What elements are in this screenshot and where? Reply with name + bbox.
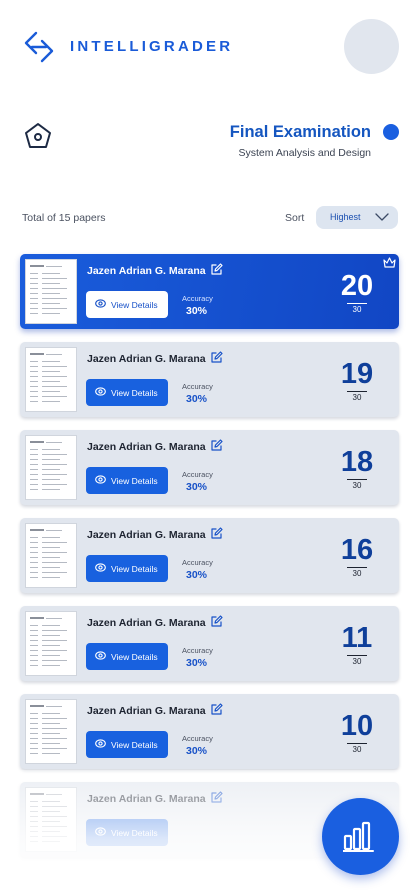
view-details-button[interactable]: View Details [86, 643, 168, 670]
edit-icon[interactable] [210, 351, 223, 364]
status-dot [383, 124, 399, 140]
student-name: Jazen Adrian G. Marana [87, 265, 206, 277]
stats-button[interactable] [322, 798, 399, 875]
eye-icon [95, 827, 106, 836]
accuracy-value: 30% [186, 569, 208, 581]
student-name: Jazen Adrian G. Marana [87, 617, 206, 629]
accuracy-value: 30% [186, 657, 208, 669]
brand-name: INTELLIGRADER [70, 38, 234, 55]
score-divider [347, 655, 367, 656]
score-divider [347, 743, 367, 744]
eye-icon [95, 475, 106, 484]
view-details-button[interactable]: View Details [86, 379, 168, 406]
view-details-label: View Details [111, 828, 158, 838]
view-details-label: View Details [111, 476, 158, 486]
view-details-label: View Details [111, 652, 158, 662]
total-points: 30 [352, 745, 362, 754]
view-details-button[interactable]: View Details [86, 467, 168, 494]
paper-card[interactable]: Jazen Adrian G. Marana View Details Accura… [20, 430, 399, 505]
total-points: 30 [352, 393, 362, 402]
score-divider [347, 391, 367, 392]
sort-value: Highest [330, 212, 361, 222]
paper-thumbnail[interactable] [25, 699, 77, 764]
crown-icon [383, 257, 396, 268]
exam-subtitle: System Analysis and Design [238, 147, 371, 159]
view-details-label: View Details [111, 564, 158, 574]
accuracy-value: 30% [186, 305, 208, 317]
score-value: 11 [341, 622, 373, 654]
score-divider [347, 303, 367, 304]
home-icon[interactable] [22, 120, 54, 152]
paper-thumbnail[interactable] [25, 347, 77, 412]
score-divider [347, 567, 367, 568]
student-name: Jazen Adrian G. Marana [87, 353, 206, 365]
student-name: Jazen Adrian G. Marana [87, 793, 206, 805]
total-points: 30 [352, 305, 362, 314]
avatar[interactable] [344, 19, 399, 74]
sort-dropdown[interactable]: Highest [316, 206, 398, 229]
accuracy-label: Accuracy [182, 734, 213, 743]
view-details-button[interactable]: View Details [86, 819, 168, 846]
eye-icon [95, 651, 106, 660]
accuracy-label: Accuracy [182, 470, 213, 479]
paper-card[interactable]: Jazen Adrian G. Marana View Details Accura… [20, 518, 399, 593]
student-name: Jazen Adrian G. Marana [87, 529, 206, 541]
paper-card[interactable]: Jazen Adrian G. Marana View Details Accura… [20, 606, 399, 681]
score-value: 18 [340, 446, 374, 478]
edit-icon[interactable] [210, 439, 223, 452]
paper-thumbnail[interactable] [25, 523, 77, 588]
edit-icon[interactable] [210, 703, 223, 716]
accuracy-value: 30% [186, 393, 208, 405]
paper-thumbnail[interactable] [25, 787, 77, 852]
score-value: 10 [340, 710, 374, 742]
sort-label: Sort [285, 212, 305, 224]
score-value: 19 [340, 358, 374, 390]
accuracy-value: 30% [186, 481, 208, 493]
exam-title: Final Examination [229, 123, 371, 141]
paper-card[interactable]: Jazen Adrian G. Marana View Details Accura… [20, 342, 399, 417]
paper-card[interactable]: Jazen Adrian G. Marana View Details Accura… [20, 254, 399, 329]
total-points: 30 [352, 569, 362, 578]
total-papers-text: Total of 15 papers [22, 212, 106, 224]
eye-icon [95, 739, 106, 748]
view-details-label: View Details [111, 740, 158, 750]
score-divider [347, 479, 367, 480]
score-value: 16 [340, 534, 374, 566]
score-value: 20 [340, 270, 374, 302]
eye-icon [95, 563, 106, 572]
accuracy-label: Accuracy [182, 294, 213, 303]
app-header: INTELLIGRADER [0, 0, 414, 100]
edit-icon[interactable] [210, 615, 223, 628]
accuracy-label: Accuracy [182, 646, 213, 655]
bar-chart-icon [343, 821, 374, 852]
accuracy-label: Accuracy [182, 558, 213, 567]
edit-icon[interactable] [210, 527, 223, 540]
accuracy-value: 30% [186, 745, 208, 757]
chevron-down-icon [375, 213, 389, 221]
view-details-button[interactable]: View Details [86, 555, 168, 582]
edit-icon[interactable] [210, 263, 223, 276]
edit-icon[interactable] [210, 791, 223, 804]
view-details-button[interactable]: View Details [86, 731, 168, 758]
paper-thumbnail[interactable] [25, 611, 77, 676]
view-details-label: View Details [111, 300, 158, 310]
paper-thumbnail[interactable] [25, 435, 77, 500]
paper-thumbnail[interactable] [25, 259, 77, 324]
total-points: 30 [352, 657, 362, 666]
view-details-label: View Details [111, 388, 158, 398]
view-details-button[interactable]: View Details [86, 291, 168, 318]
eye-icon [95, 387, 106, 396]
total-points: 30 [352, 481, 362, 490]
student-name: Jazen Adrian G. Marana [87, 441, 206, 453]
intelligrader-logo-icon [24, 31, 54, 63]
eye-icon [95, 299, 106, 308]
student-name: Jazen Adrian G. Marana [87, 705, 206, 717]
accuracy-label: Accuracy [182, 382, 213, 391]
paper-card[interactable]: Jazen Adrian G. Marana View Details Accura… [20, 694, 399, 769]
